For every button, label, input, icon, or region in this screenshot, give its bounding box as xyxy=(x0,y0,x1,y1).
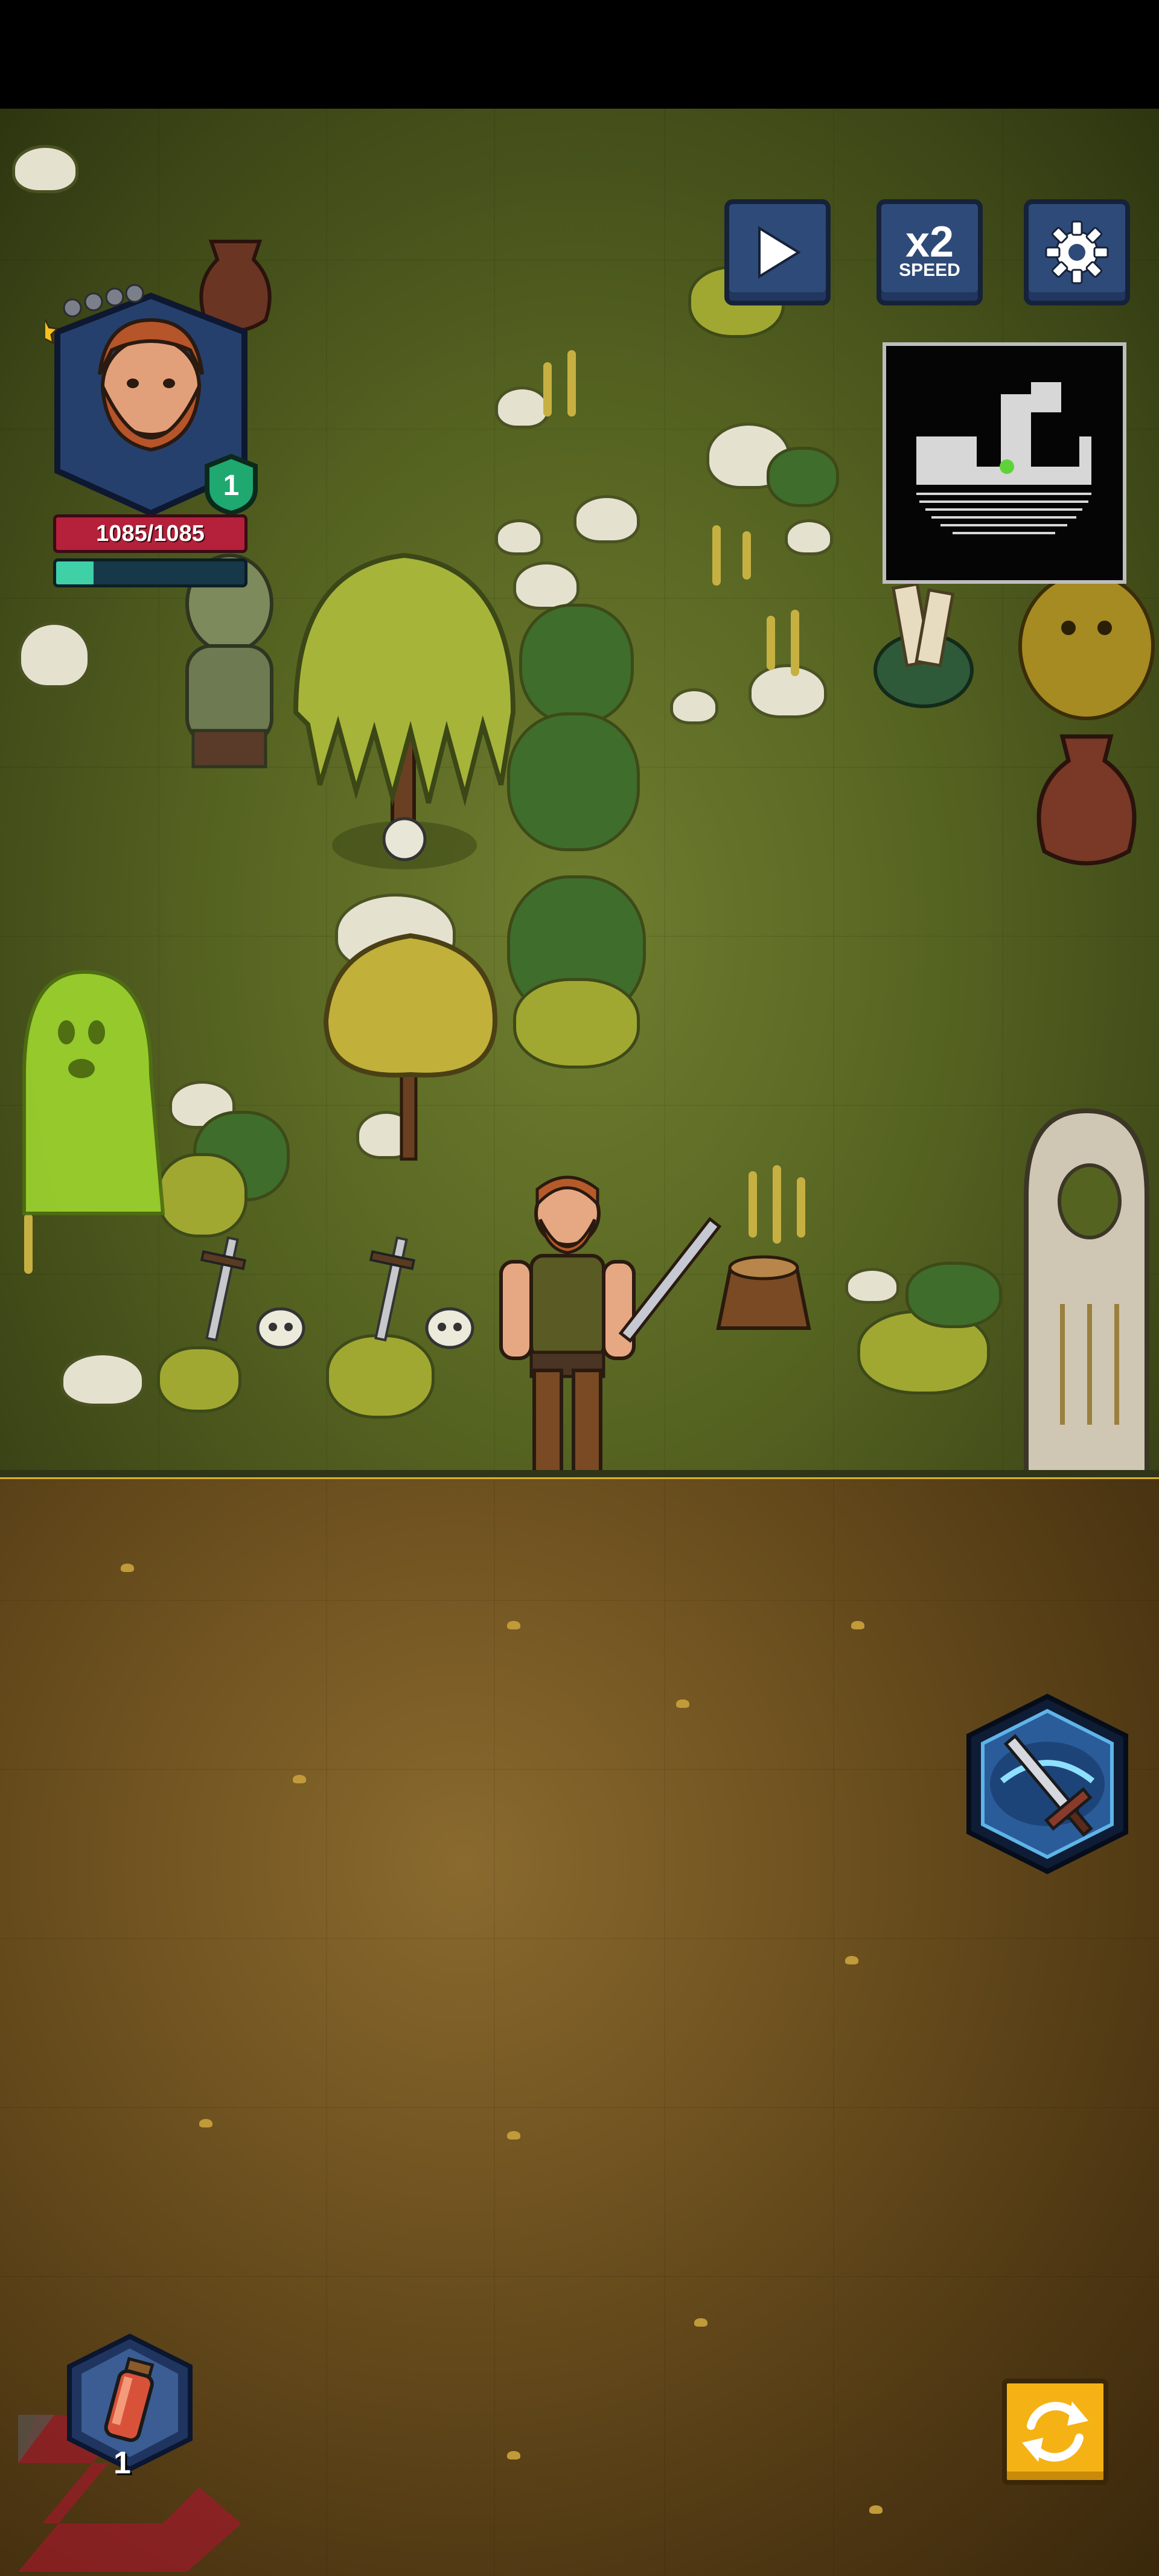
minimap[interactable] xyxy=(883,342,1126,584)
skull xyxy=(425,1307,474,1349)
grass xyxy=(749,1171,757,1238)
rock xyxy=(495,386,549,429)
grid-line xyxy=(0,2276,1159,2277)
pebble xyxy=(507,2131,520,2140)
rock xyxy=(18,622,91,688)
grid-line xyxy=(833,1479,834,2576)
grid-line xyxy=(494,1479,495,2576)
play-icon xyxy=(758,226,801,279)
rock xyxy=(749,664,827,718)
rock xyxy=(670,688,718,724)
skull xyxy=(256,1307,305,1349)
gear-icon xyxy=(1045,220,1109,284)
sword-skill-button[interactable] xyxy=(960,1690,1135,1878)
xp-bar xyxy=(53,558,247,587)
play-button[interactable] xyxy=(724,199,831,305)
sword-in-ground xyxy=(369,1236,416,1342)
level-badge: 1 xyxy=(205,453,258,516)
settings-button[interactable] xyxy=(1024,199,1130,305)
pebble xyxy=(507,2451,520,2459)
scroll-barrel-loot[interactable] xyxy=(845,574,1002,712)
willow-tree xyxy=(293,552,516,869)
grass xyxy=(543,362,552,417)
refresh-icon xyxy=(1022,2402,1088,2462)
rock xyxy=(845,1268,899,1304)
speed-label: SPEED xyxy=(899,260,960,280)
grass xyxy=(767,616,775,670)
grid-line xyxy=(0,1600,1159,1601)
sword-in-ground xyxy=(200,1236,247,1342)
minimap-layout xyxy=(916,382,1091,534)
rock xyxy=(12,145,78,193)
hp-bar: 1085/1085 xyxy=(53,514,247,553)
pebble xyxy=(507,1621,520,1629)
grass xyxy=(712,525,721,586)
grass xyxy=(742,531,751,580)
hero-warrior[interactable] xyxy=(483,1147,736,1479)
grass xyxy=(773,1165,781,1244)
pebble xyxy=(293,1775,306,1783)
grid-line xyxy=(664,1479,665,2576)
status-bar-area xyxy=(0,0,1159,109)
potion-count: 1 xyxy=(113,2446,131,2481)
yellow-tree xyxy=(323,933,498,1161)
bush xyxy=(507,712,640,851)
pebble xyxy=(199,2119,212,2127)
grid-line xyxy=(0,2107,1159,2108)
grass xyxy=(797,1177,805,1238)
pebble xyxy=(121,1564,134,1572)
player-marker xyxy=(1000,459,1014,474)
clay-vase[interactable] xyxy=(1026,724,1147,881)
hp-text: 1085/1085 xyxy=(96,520,205,546)
grass xyxy=(567,350,576,417)
rune-stone[interactable] xyxy=(1014,1063,1159,1479)
xp-bar-fill xyxy=(56,561,94,584)
speed-multiplier: x2 xyxy=(905,218,954,266)
grid-line xyxy=(0,260,1159,261)
bush xyxy=(905,1262,1002,1328)
bush xyxy=(519,604,634,724)
bush xyxy=(767,447,839,507)
grass xyxy=(791,610,799,676)
level-number: 1 xyxy=(223,470,240,502)
rock xyxy=(573,495,640,543)
bush xyxy=(513,978,640,1069)
green-ghost-enemy[interactable] xyxy=(0,954,175,1226)
rock xyxy=(785,519,833,555)
speed-button[interactable]: x2 SPEED xyxy=(876,199,983,305)
pebble xyxy=(869,2505,883,2514)
refresh-button[interactable] xyxy=(1002,2379,1108,2485)
pebble xyxy=(676,1699,689,1708)
grid-line xyxy=(0,1938,1159,1939)
pebble xyxy=(694,2318,707,2327)
rock xyxy=(60,1352,145,1407)
bush xyxy=(157,1346,241,1413)
pebble xyxy=(851,1621,864,1629)
grid-line xyxy=(326,1479,327,2576)
pebble xyxy=(845,1956,858,1964)
